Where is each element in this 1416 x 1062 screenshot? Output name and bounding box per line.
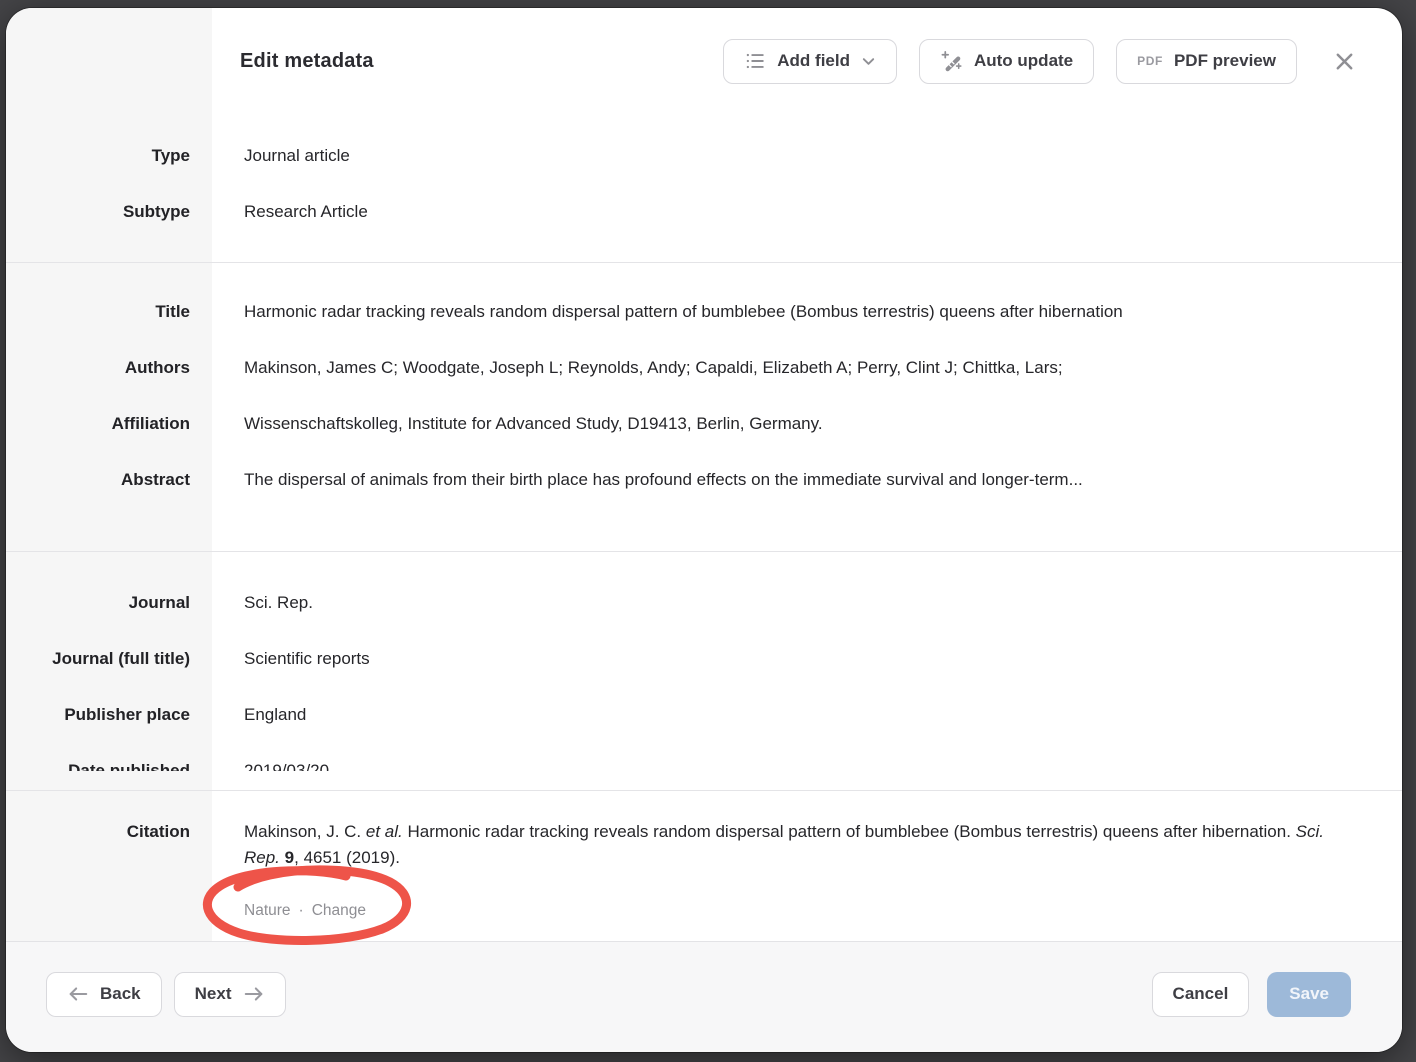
field-row-publisher-place: Publisher place England [6, 702, 1402, 728]
pdf-icon: PDF [1137, 54, 1163, 68]
field-label: Title [6, 299, 212, 325]
section-type: Edit metadata Add field [6, 8, 1402, 262]
citation-style-row: Nature · Change [6, 901, 1402, 921]
field-label: Type [6, 143, 212, 169]
field-value[interactable]: Research Article [212, 199, 1402, 225]
dialog-footer: Back Next Cancel Save [6, 941, 1402, 1052]
back-label: Back [100, 984, 141, 1004]
field-row-affiliation: Affiliation Wissenschaftskolleg, Institu… [6, 411, 1402, 437]
field-row-abstract: Abstract The dispersal of animals from t… [6, 467, 1402, 493]
field-row-citation: Citation Makinson, J. C. et al. Harmonic… [6, 819, 1402, 871]
section-article: Title Harmonic radar tracking reveals ra… [6, 262, 1402, 551]
field-row-journal: Journal Sci. Rep. [6, 590, 1402, 616]
field-row-date-published: Date published 2019/03/20 [6, 758, 1402, 771]
field-label: Citation [6, 819, 212, 845]
field-value[interactable]: Wissenschaftskolleg, Institute for Advan… [212, 411, 1402, 437]
screen-backdrop: Edit metadata Add field [0, 0, 1416, 1062]
back-button[interactable]: Back [46, 972, 162, 1017]
field-value[interactable]: Sci. Rep. [212, 590, 1402, 616]
field-label: Authors [6, 355, 212, 381]
separator-dot: · [299, 901, 304, 921]
cancel-button[interactable]: Cancel [1152, 972, 1250, 1017]
chevron-down-icon [861, 54, 876, 69]
dialog-header: Edit metadata Add field [240, 38, 1360, 84]
arrow-right-icon [243, 985, 265, 1003]
next-label: Next [195, 984, 232, 1004]
citation-style-name: Nature [244, 901, 291, 921]
arrow-left-icon [67, 985, 89, 1003]
edit-metadata-dialog: Edit metadata Add field [6, 8, 1402, 1052]
next-button[interactable]: Next [174, 972, 286, 1017]
field-label: Date published [6, 758, 212, 771]
field-label: Abstract [6, 467, 212, 493]
field-label: Subtype [6, 199, 212, 225]
field-value[interactable]: Makinson, James C; Woodgate, Joseph L; R… [212, 355, 1402, 381]
add-field-label: Add field [777, 51, 850, 71]
field-label: Publisher place [6, 702, 212, 728]
field-value[interactable]: Journal article [212, 143, 1402, 169]
save-button[interactable]: Save [1267, 972, 1351, 1017]
field-row-journal-full-title: Journal (full title) Scientific reports [6, 646, 1402, 672]
page-title: Edit metadata [240, 50, 374, 73]
section-journal: Journal Sci. Rep. Journal (full title) S… [6, 551, 1402, 790]
scroll-viewport[interactable]: Journal Sci. Rep. Journal (full title) S… [6, 552, 1402, 771]
field-value[interactable]: 2019/03/20 [212, 758, 1402, 771]
citation-preview: Makinson, J. C. et al. Harmonic radar tr… [212, 819, 1402, 871]
add-field-button[interactable]: Add field [723, 39, 897, 84]
field-row-title: Title Harmonic radar tracking reveals ra… [6, 299, 1402, 325]
section-citation: Citation Makinson, J. C. et al. Harmonic… [6, 790, 1402, 941]
field-value[interactable]: Scientific reports [212, 646, 1402, 672]
field-label: Affiliation [6, 411, 212, 437]
cancel-label: Cancel [1173, 984, 1229, 1004]
field-value[interactable]: The dispersal of animals from their birt… [212, 467, 1402, 493]
field-value[interactable]: England [212, 702, 1402, 728]
save-label: Save [1289, 984, 1329, 1004]
magic-wand-icon [940, 50, 963, 73]
auto-update-label: Auto update [974, 51, 1073, 71]
close-button[interactable] [1329, 46, 1360, 77]
close-icon [1333, 50, 1356, 73]
list-icon [744, 50, 766, 72]
pdf-preview-button[interactable]: PDF PDF preview [1116, 39, 1297, 84]
auto-update-button[interactable]: Auto update [919, 39, 1094, 84]
field-label: Journal (full title) [6, 646, 212, 672]
dialog-content: Edit metadata Add field [6, 8, 1402, 941]
field-value[interactable]: Harmonic radar tracking reveals random d… [212, 299, 1402, 325]
field-row-authors: Authors Makinson, James C; Woodgate, Jos… [6, 355, 1402, 381]
field-row-type: Type Journal article [6, 143, 1402, 169]
citation-style-change-link[interactable]: Change [312, 901, 366, 921]
field-label: Journal [6, 590, 212, 616]
pdf-preview-label: PDF preview [1174, 51, 1276, 71]
field-row-subtype: Subtype Research Article [6, 199, 1402, 225]
